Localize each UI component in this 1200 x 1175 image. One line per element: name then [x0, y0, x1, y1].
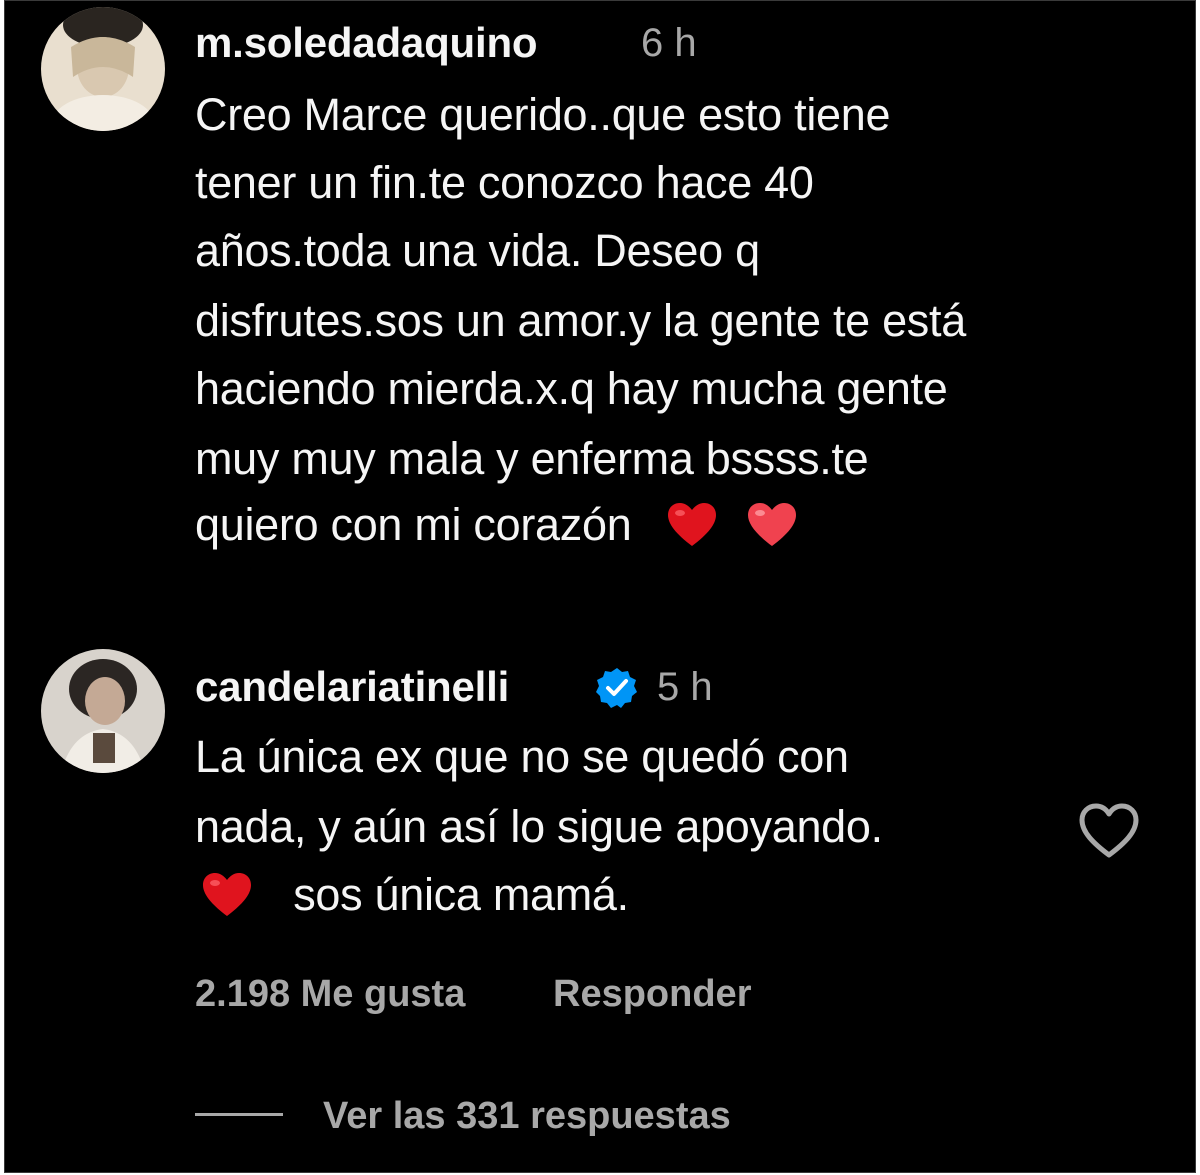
comment-time: 5 h — [657, 665, 713, 709]
avatar-m-soledadaquino[interactable] — [41, 7, 165, 131]
comment-text-line: nada, y aún así lo sigue apoyando. — [195, 801, 883, 852]
comment-text-line-last: sos única mamá. — [195, 869, 629, 929]
red-heart-emoji — [666, 502, 718, 559]
comment-text-line-last: quiero con mi corazón — [195, 499, 798, 559]
view-replies-button[interactable]: Ver las 331 respuestas — [323, 1095, 731, 1138]
comments-panel: m.soledadaquino 6 h Creo Marce querido..… — [4, 0, 1196, 1173]
red-heart-emoji — [746, 502, 798, 559]
comment-text-line: Creo Marce querido..que esto tiene — [195, 89, 891, 140]
comment-text: sos única mamá. — [293, 869, 629, 920]
comment-text-line: disfrutes.sos un amor.y la gente te está — [195, 295, 966, 346]
comment-text-line: tener un fin.te conozco hace 40 — [195, 157, 814, 208]
verified-badge-icon — [595, 666, 639, 710]
comment-username[interactable]: m.soledadaquino — [195, 19, 538, 67]
avatar-candelariatinelli[interactable] — [41, 649, 165, 773]
red-heart-emoji — [201, 872, 253, 929]
comment-text-line: La única ex que no se quedó con — [195, 731, 849, 782]
comment-text-line: haciendo mierda.x.q hay mucha gente — [195, 363, 948, 414]
reply-button[interactable]: Responder — [553, 973, 751, 1016]
heart-outline-icon[interactable] — [1077, 801, 1141, 861]
comment-username[interactable]: candelariatinelli — [195, 663, 509, 711]
comment-text-line: años.toda una vida. Deseo q — [195, 225, 760, 276]
comment-text-line: muy muy mala y enferma bssss.te — [195, 433, 869, 484]
replies-divider — [195, 1113, 283, 1116]
comment-text: quiero con mi corazón — [195, 499, 632, 550]
comment-time: 6 h — [641, 21, 697, 65]
likes-count[interactable]: 2.198 Me gusta — [195, 973, 465, 1016]
